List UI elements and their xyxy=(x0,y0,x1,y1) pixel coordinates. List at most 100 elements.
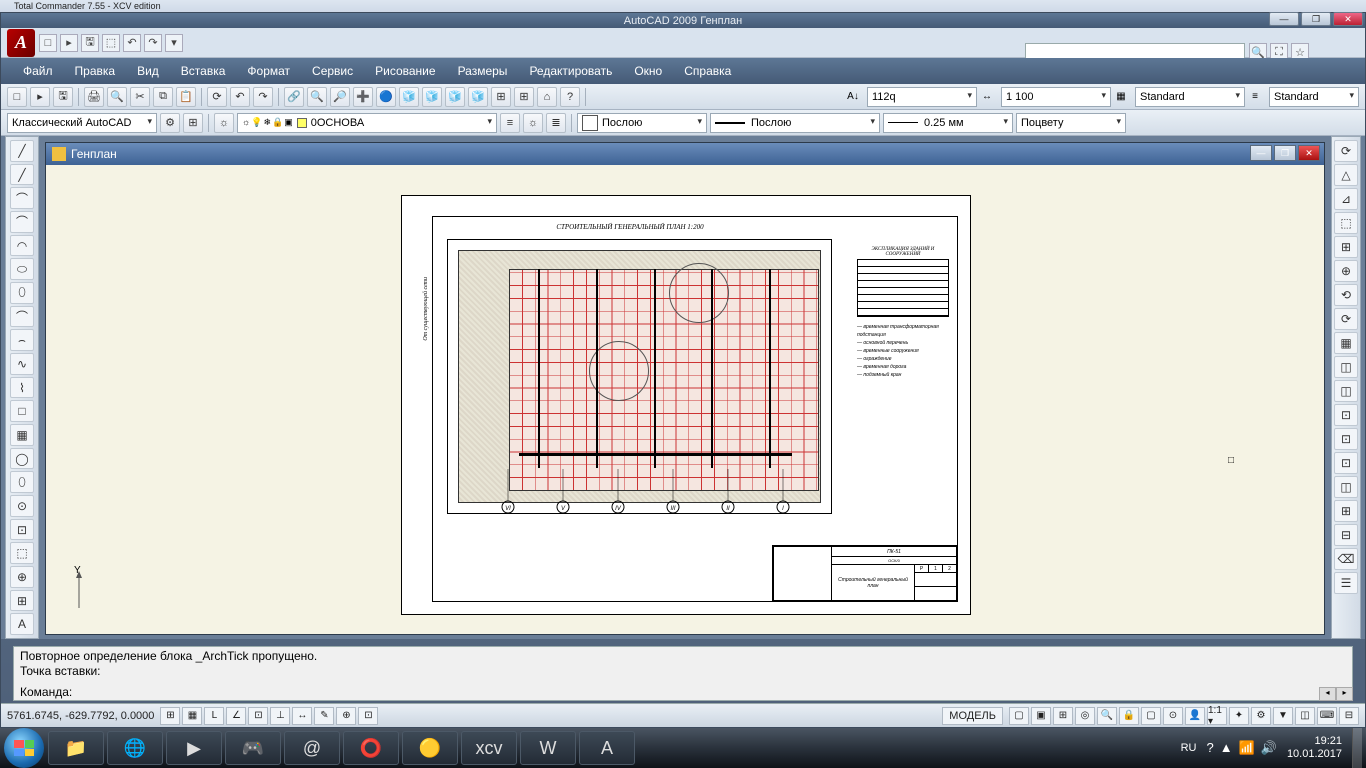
multileader-style-combo[interactable]: Standard xyxy=(1269,87,1359,107)
command-line[interactable]: Повторное определение блока _ArchTick пр… xyxy=(13,646,1353,701)
clock[interactable]: 19:2110.01.2017 xyxy=(1287,735,1342,761)
draw-tool-9[interactable]: ∿ xyxy=(10,353,34,375)
modify-tool-18[interactable]: ☰ xyxy=(1334,572,1358,594)
status-tool-15[interactable]: ⊟ xyxy=(1339,707,1359,725)
cmd-scroll[interactable]: ◂▸ xyxy=(1319,687,1353,701)
qat-btn-0[interactable]: □ xyxy=(39,34,57,52)
std-tool-2[interactable]: 🖫 xyxy=(53,87,73,107)
draw-tool-16[interactable]: ⊡ xyxy=(10,519,34,541)
draw-tool-18[interactable]: ⊕ xyxy=(10,566,34,588)
status-tool-14[interactable]: ⌨ xyxy=(1317,707,1337,725)
draw-tool-3[interactable]: ⌒ xyxy=(10,211,34,233)
tray-icon-1[interactable]: ▲ xyxy=(1220,740,1233,756)
menu-справка[interactable]: Справка xyxy=(674,60,741,82)
status-tool-8[interactable]: 👤 xyxy=(1185,707,1205,725)
draw-tool-19[interactable]: ⊞ xyxy=(10,590,34,612)
maximize-button[interactable]: ❐ xyxy=(1301,12,1331,26)
taskbar-app-0[interactable]: 📁 xyxy=(48,731,104,765)
dim-style-combo[interactable]: 1 100 xyxy=(1001,87,1111,107)
status-tool-11[interactable]: ⚙ xyxy=(1251,707,1271,725)
modify-tool-5[interactable]: ⊕ xyxy=(1334,260,1358,282)
lineweight-combo[interactable]: 0.25 мм xyxy=(883,113,1013,133)
taskbar-app-9[interactable]: A xyxy=(579,731,635,765)
status-tool-12[interactable]: ▼ xyxy=(1273,707,1293,725)
status-tool-10[interactable]: ✦ xyxy=(1229,707,1249,725)
status-toggle-4[interactable]: ⊡ xyxy=(248,707,268,725)
status-toggle-2[interactable]: L xyxy=(204,707,224,725)
draw-tool-17[interactable]: ⬚ xyxy=(10,542,34,564)
modify-tool-11[interactable]: ⊡ xyxy=(1334,404,1358,426)
draw-tool-4[interactable]: ◠ xyxy=(10,235,34,257)
std-tool-20[interactable]: 🧊 xyxy=(422,87,442,107)
draw-tool-8[interactable]: ⌢ xyxy=(10,329,34,351)
app-logo-icon[interactable]: A xyxy=(7,29,35,57)
status-toggle-7[interactable]: ✎ xyxy=(314,707,334,725)
taskbar-app-2[interactable]: ▶ xyxy=(166,731,222,765)
status-toggle-9[interactable]: ⊡ xyxy=(358,707,378,725)
status-toggle-5[interactable]: ⊥ xyxy=(270,707,290,725)
draw-tool-15[interactable]: ⊙ xyxy=(10,495,34,517)
modify-tool-15[interactable]: ⊞ xyxy=(1334,500,1358,522)
qat-btn-1[interactable]: ▸ xyxy=(60,34,78,52)
status-tool-4[interactable]: 🔍 xyxy=(1097,707,1117,725)
modify-tool-6[interactable]: ⟲ xyxy=(1334,284,1358,306)
tray-icon-3[interactable]: 🔊 xyxy=(1261,740,1277,756)
status-tool-2[interactable]: ⊞ xyxy=(1053,707,1073,725)
taskbar-app-1[interactable]: 🌐 xyxy=(107,731,163,765)
table-style-combo[interactable]: Standard xyxy=(1135,87,1245,107)
draw-tool-0[interactable]: ╱ xyxy=(10,140,34,162)
taskbar-app-4[interactable]: @ xyxy=(284,731,340,765)
modify-tool-13[interactable]: ⊡ xyxy=(1334,452,1358,474)
modify-tool-9[interactable]: ◫ xyxy=(1334,356,1358,378)
std-tool-1[interactable]: ▸ xyxy=(30,87,50,107)
menu-рисование[interactable]: Рисование xyxy=(365,60,445,82)
doc-maximize-button[interactable]: ❐ xyxy=(1274,145,1296,161)
menu-формат[interactable]: Формат xyxy=(237,60,300,82)
std-tool-26[interactable]: ? xyxy=(560,87,580,107)
tray-icon-0[interactable]: ? xyxy=(1206,740,1213,756)
status-toggle-3[interactable]: ∠ xyxy=(226,707,246,725)
qat-btn-5[interactable]: ↷ xyxy=(144,34,162,52)
std-tool-17[interactable]: ➕ xyxy=(353,87,373,107)
modify-tool-8[interactable]: ▦ xyxy=(1334,332,1358,354)
plotstyle-combo[interactable]: Поцвету xyxy=(1016,113,1126,133)
layer-state-icon[interactable]: ☼ xyxy=(523,113,543,133)
status-toggle-1[interactable]: ▦ xyxy=(182,707,202,725)
model-space-button[interactable]: МОДЕЛЬ xyxy=(942,707,1003,725)
modify-tool-16[interactable]: ⊟ xyxy=(1334,524,1358,546)
workspace-combo[interactable]: Классический AutoCAD xyxy=(7,113,157,133)
menu-сервис[interactable]: Сервис xyxy=(302,60,363,82)
std-tool-22[interactable]: 🧊 xyxy=(468,87,488,107)
draw-tool-12[interactable]: ▦ xyxy=(10,424,34,446)
std-tool-12[interactable]: ↷ xyxy=(253,87,273,107)
std-tool-16[interactable]: 🔎 xyxy=(330,87,350,107)
status-tool-0[interactable]: ▢ xyxy=(1009,707,1029,725)
minimize-button[interactable]: — xyxy=(1269,12,1299,26)
status-tool-7[interactable]: ⊙ xyxy=(1163,707,1183,725)
doc-close-button[interactable]: ✕ xyxy=(1298,145,1320,161)
draw-tool-2[interactable]: ⌒ xyxy=(10,187,34,209)
std-tool-21[interactable]: 🧊 xyxy=(445,87,465,107)
color-combo[interactable]: Послою xyxy=(577,113,707,133)
status-toggle-6[interactable]: ↔ xyxy=(292,707,312,725)
std-tool-4[interactable]: 🖨 xyxy=(84,87,104,107)
status-tool-13[interactable]: ◫ xyxy=(1295,707,1315,725)
modify-tool-17[interactable]: ⌫ xyxy=(1334,548,1358,570)
modify-tool-12[interactable]: ⊡ xyxy=(1334,428,1358,450)
drawing-canvas[interactable]: Y □ СТРОИТЕЛЬНЫЙ ГЕНЕРАЛЬНЫЙ ПЛАН 1:200 … xyxy=(46,165,1324,634)
taskbar-app-7[interactable]: xcv xyxy=(461,731,517,765)
tool-palettes-icon[interactable]: ⊞ xyxy=(183,113,203,133)
draw-tool-10[interactable]: ⌇ xyxy=(10,377,34,399)
modify-tool-14[interactable]: ◫ xyxy=(1334,476,1358,498)
draw-tool-6[interactable]: ⬯ xyxy=(10,282,34,304)
qat-btn-6[interactable]: ▾ xyxy=(165,34,183,52)
doc-minimize-button[interactable]: — xyxy=(1250,145,1272,161)
std-tool-5[interactable]: 🔍 xyxy=(107,87,127,107)
taskbar-app-6[interactable]: 🟡 xyxy=(402,731,458,765)
status-tool-1[interactable]: ▣ xyxy=(1031,707,1051,725)
modify-tool-7[interactable]: ⟳ xyxy=(1334,308,1358,330)
draw-tool-14[interactable]: ⬯ xyxy=(10,471,34,493)
layer-combo[interactable]: ☼💡❄🔒▣ 0ОСНОВА xyxy=(237,113,497,133)
std-tool-8[interactable]: 📋 xyxy=(176,87,196,107)
draw-tool-13[interactable]: ◯ xyxy=(10,448,34,470)
